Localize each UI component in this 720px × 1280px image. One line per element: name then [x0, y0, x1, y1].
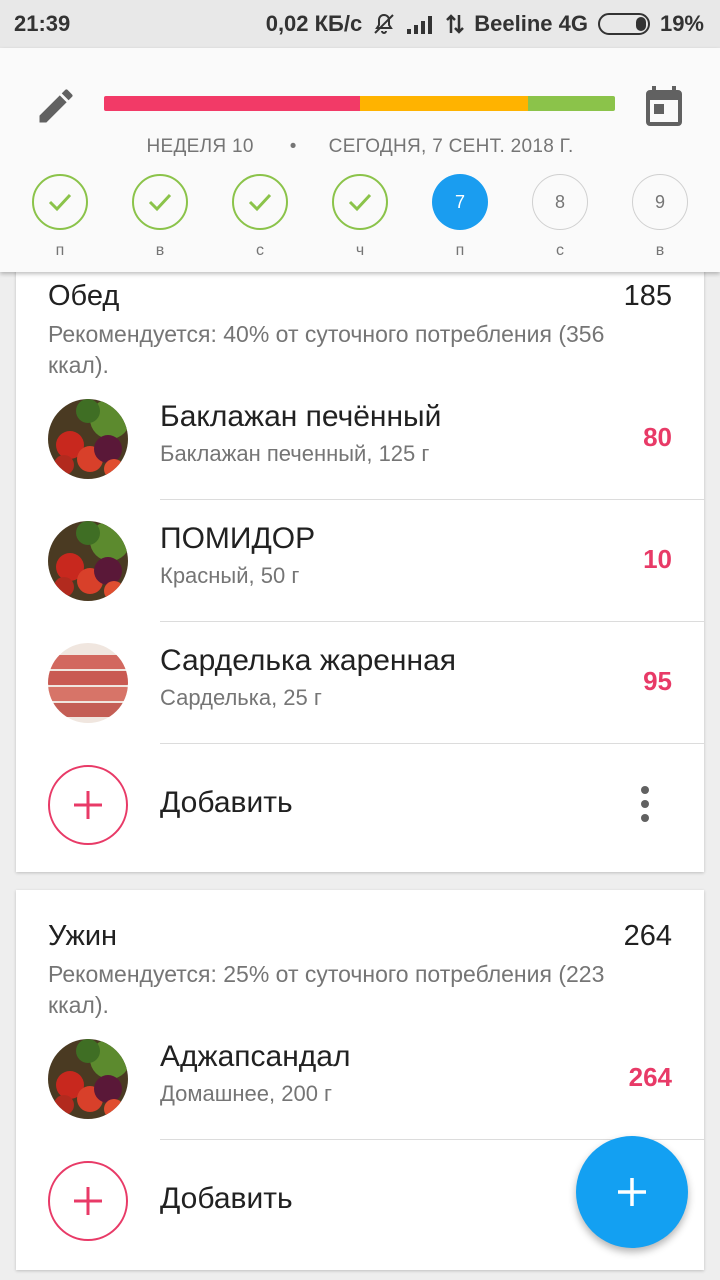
day-3[interactable]: ч — [330, 174, 390, 266]
day-5[interactable]: 8с — [530, 174, 590, 266]
day-number[interactable]: 7 — [432, 174, 488, 230]
meal-recommendation: Рекомендуется: 25% от суточного потребле… — [48, 961, 605, 1018]
meal-title: Обед — [48, 280, 120, 312]
food-item[interactable]: ПОМИДОР Красный, 50 г 10 — [16, 500, 704, 622]
edit-icon[interactable] — [34, 84, 78, 128]
day-0[interactable]: п — [30, 174, 90, 266]
meal-total: 185 — [623, 280, 672, 312]
add-label[interactable]: Добавить — [160, 786, 293, 820]
check-icon[interactable] — [332, 174, 388, 230]
food-description: Сарделька, 25 г — [160, 685, 322, 710]
week-days: пвсч7п8с9в — [0, 174, 720, 266]
day-4[interactable]: 7п — [430, 174, 490, 266]
food-calories: 80 — [643, 422, 672, 452]
week-label: НЕДЕЛЯ 10 — [146, 136, 254, 157]
meal-card-lunch: Обед 185 Рекомендуется: 40% от суточного… — [16, 240, 704, 872]
today-date: СЕГОДНЯ, 7 СЕНТ. 2018 Г. — [328, 136, 574, 157]
meal-total: 264 — [623, 920, 672, 952]
day-label: ч — [355, 242, 365, 259]
data-transfer-icon — [446, 12, 465, 36]
food-description: Домашнее, 200 г — [160, 1081, 333, 1106]
food-calories: 264 — [628, 1062, 672, 1092]
calendar-icon[interactable] — [640, 82, 688, 130]
progress-segment — [528, 96, 615, 111]
battery-level: 19% — [659, 11, 704, 36]
diary-header: НЕДЕЛЯ 10 • СЕГОДНЯ, 7 СЕНТ. 2018 Г. п в с… — [0, 48, 720, 272]
day-label: с — [556, 242, 564, 259]
food-calories: 95 — [643, 666, 672, 696]
status-time: 21:39 — [14, 11, 71, 36]
more-vert-icon[interactable] — [638, 784, 652, 824]
plus-icon — [618, 1178, 646, 1206]
meal-title: Ужин — [48, 920, 118, 952]
food-item[interactable]: Сарделька жаренная Сарделька, 25 г 95 — [16, 622, 704, 744]
add-circle-icon[interactable] — [48, 1161, 128, 1241]
network-speed: 0,02 КБ/с — [265, 11, 363, 36]
status-bar: 21:39 0,02 КБ/с Beeline 4G 19% — [0, 0, 720, 48]
date-line: НЕДЕЛЯ 10 • СЕГОДНЯ, 7 СЕНТ. 2018 Г. — [0, 132, 720, 162]
add-food-row[interactable]: Добавить — [16, 744, 704, 866]
day-6[interactable]: 9в — [630, 174, 690, 266]
check-icon[interactable] — [32, 174, 88, 230]
calorie-progress-bar — [104, 96, 615, 111]
food-name: Баклажан печённый — [160, 400, 442, 433]
add-label[interactable]: Добавить — [160, 1182, 293, 1216]
food-thumbnail — [48, 643, 128, 723]
food-calories: 10 — [643, 544, 672, 574]
day-1[interactable]: в — [130, 174, 190, 266]
food-description: Баклажан печенный, 125 г — [160, 441, 430, 466]
food-name: Аджапсандал — [160, 1040, 351, 1073]
food-name: Сарделька жаренная — [160, 644, 457, 677]
day-label: в — [155, 242, 165, 259]
add-fab-button[interactable] — [576, 1136, 688, 1248]
signal-icon — [406, 13, 436, 35]
food-description: Красный, 50 г — [160, 563, 300, 588]
mute-bell-icon — [372, 12, 396, 36]
progress-segment — [104, 96, 360, 111]
day-number[interactable]: 9 — [632, 174, 688, 230]
carrier-label: Beeline 4G — [474, 11, 588, 36]
meal-recommendation: Рекомендуется: 40% от суточного потребле… — [48, 321, 605, 378]
check-icon[interactable] — [132, 174, 188, 230]
day-number[interactable]: 8 — [532, 174, 588, 230]
day-label: в — [655, 242, 665, 259]
check-icon[interactable] — [232, 174, 288, 230]
battery-icon — [597, 13, 650, 35]
food-item[interactable]: Аджапсандал Домашнее, 200 г 264 — [16, 1018, 704, 1140]
day-label: с — [256, 242, 264, 259]
progress-segment — [359, 96, 529, 111]
food-item[interactable]: Баклажан печённый Баклажан печенный, 125 … — [16, 378, 704, 500]
separator-dot: • — [289, 136, 297, 157]
status-icons: 0,02 КБ/с Beeline 4G 19% — [266, 11, 704, 37]
day-2[interactable]: с — [230, 174, 290, 266]
food-thumbnail — [48, 1039, 128, 1119]
food-name: ПОМИДОР — [160, 522, 316, 555]
food-thumbnail — [48, 521, 128, 601]
day-label: п — [55, 242, 65, 259]
day-label: п — [455, 242, 465, 259]
add-circle-icon[interactable] — [48, 765, 128, 845]
food-thumbnail — [48, 399, 128, 479]
